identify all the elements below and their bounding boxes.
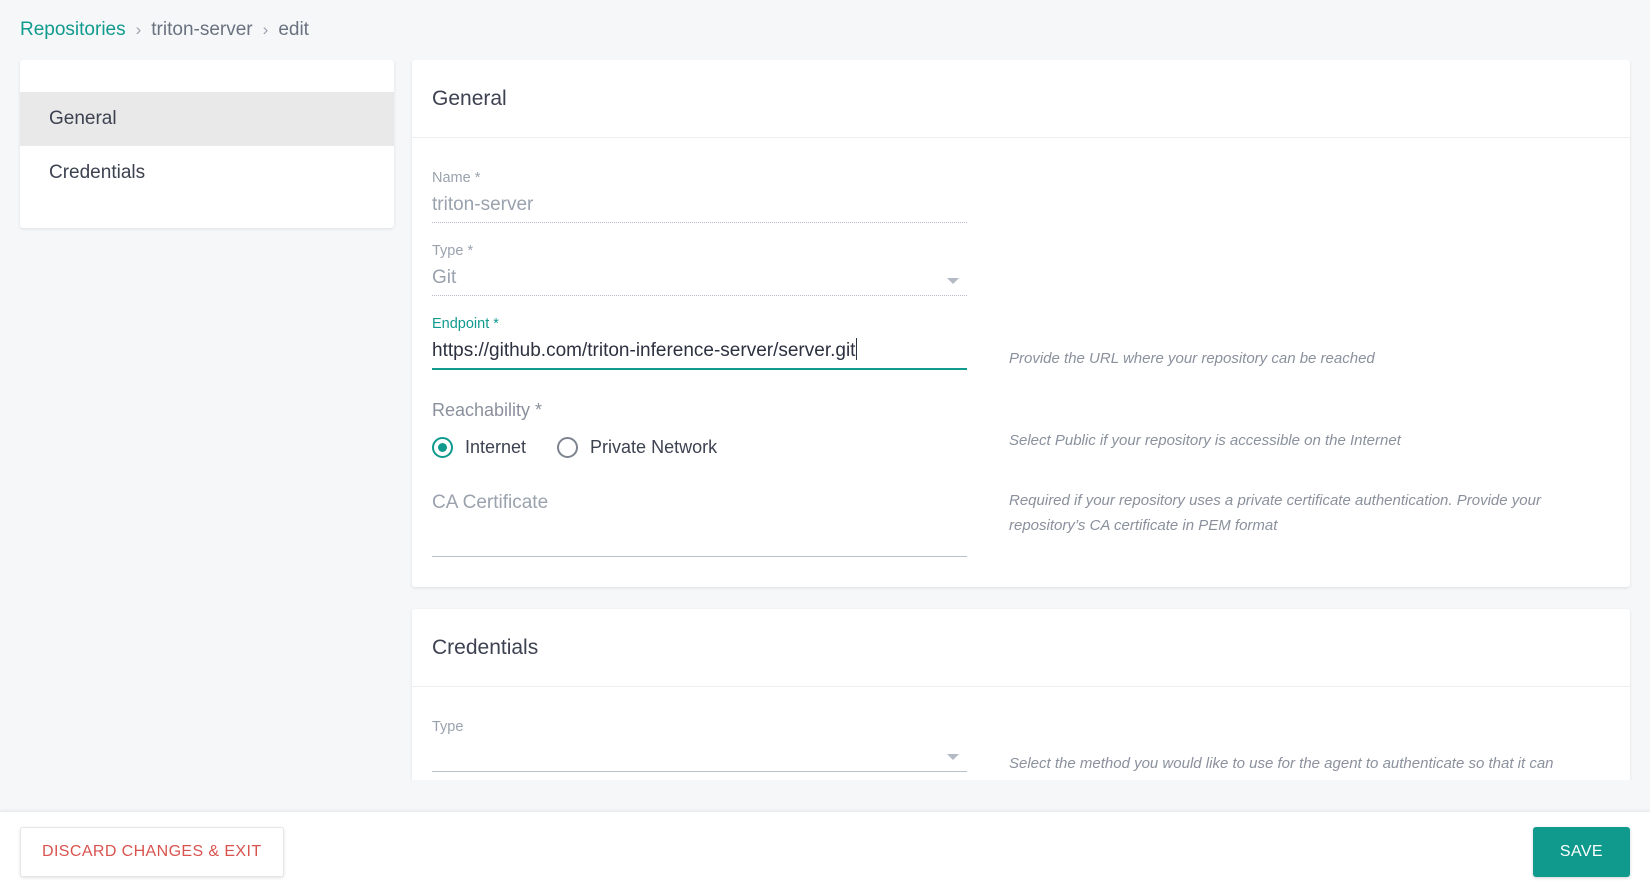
page-body: General Credentials General Name * trito… bbox=[0, 60, 1650, 780]
name-input: triton-server bbox=[432, 194, 534, 215]
general-card: General Name * triton-server Type * Git … bbox=[412, 60, 1630, 587]
endpoint-row: Endpoint * https://github.com/triton-inf… bbox=[432, 310, 1610, 384]
general-card-header: General bbox=[412, 60, 1630, 138]
radio-selected-icon bbox=[432, 437, 453, 458]
reachability-radio-internet[interactable]: Internet bbox=[432, 437, 526, 458]
chevron-down-icon bbox=[947, 278, 959, 284]
endpoint-field-underline bbox=[432, 368, 967, 370]
credentials-type-row: Type Select the method you would like to… bbox=[432, 713, 1610, 780]
endpoint-field-wrapper: Endpoint * https://github.com/triton-inf… bbox=[432, 310, 967, 370]
credentials-card: Credentials Type Select the method you w… bbox=[412, 609, 1630, 780]
reachability-row: Reachability * Internet Private Network bbox=[432, 384, 1610, 488]
name-row: Name * triton-server bbox=[432, 164, 1610, 237]
credentials-type-field-wrapper[interactable]: Type bbox=[432, 713, 967, 772]
endpoint-hint: Provide the URL where your repository ca… bbox=[1009, 350, 1375, 367]
sidebar-item-general-label: General bbox=[49, 108, 117, 129]
sidebar-item-general[interactable]: General bbox=[20, 92, 394, 146]
ca-certificate-field-wrapper[interactable]: CA Certificate bbox=[432, 488, 967, 552]
save-button[interactable]: SAVE bbox=[1532, 827, 1630, 877]
type-field-wrapper: Type * Git bbox=[432, 237, 967, 296]
endpoint-input-row[interactable]: https://github.com/triton-inference-serv… bbox=[432, 334, 967, 368]
credentials-type-select-value[interactable] bbox=[432, 737, 967, 771]
settings-content: General Name * triton-server Type * Git … bbox=[412, 60, 1630, 780]
ca-certificate-textarea[interactable]: CA Certificate bbox=[432, 488, 967, 518]
breadcrumb-separator-1: › bbox=[135, 20, 142, 39]
credentials-card-header: Credentials bbox=[412, 609, 1630, 687]
credentials-type-underline bbox=[432, 771, 967, 772]
general-card-body: Name * triton-server Type * Git Endpoint… bbox=[412, 138, 1630, 587]
action-footer: DISCARD CHANGES & EXIT SAVE bbox=[0, 812, 1650, 892]
name-field-underline bbox=[432, 222, 967, 223]
breadcrumb-item-action: edit bbox=[278, 19, 309, 40]
discard-changes-button[interactable]: DISCARD CHANGES & EXIT bbox=[20, 827, 284, 877]
breadcrumb-item-repository: triton-server bbox=[151, 19, 253, 40]
reachability-hint: Select Public if your repository is acce… bbox=[1009, 432, 1401, 449]
type-row: Type * Git bbox=[432, 237, 1610, 310]
credentials-card-body: Type Select the method you would like to… bbox=[412, 687, 1630, 780]
type-field-underline bbox=[432, 295, 967, 296]
endpoint-field-label: Endpoint * bbox=[432, 316, 499, 332]
reachability-label: Reachability * bbox=[432, 400, 543, 420]
type-select-value: Git bbox=[432, 267, 457, 288]
ca-certificate-underline bbox=[432, 556, 967, 557]
name-field-label: Name * bbox=[432, 170, 481, 186]
sidebar-item-credentials[interactable]: Credentials bbox=[20, 146, 394, 200]
reachability-radio-group: Internet Private Network bbox=[432, 437, 967, 458]
reachability-radio-private-network[interactable]: Private Network bbox=[557, 437, 717, 458]
ca-certificate-hint: Required if your repository uses a priva… bbox=[1009, 492, 1541, 534]
chevron-down-icon[interactable] bbox=[947, 754, 959, 760]
breadcrumb-separator-2: › bbox=[262, 20, 269, 39]
reachability-radio-internet-label: Internet bbox=[465, 437, 527, 457]
breadcrumb-link-repositories[interactable]: Repositories bbox=[20, 19, 126, 41]
type-field-label: Type * bbox=[432, 243, 474, 259]
ca-certificate-row: CA Certificate Required if your reposito… bbox=[432, 488, 1610, 557]
general-card-title: General bbox=[432, 86, 507, 110]
credentials-type-label: Type bbox=[432, 719, 464, 735]
reachability-radio-private-network-label: Private Network bbox=[590, 437, 718, 457]
breadcrumb: Repositories › triton-server › edit bbox=[0, 0, 1650, 60]
endpoint-input[interactable]: https://github.com/triton-inference-serv… bbox=[432, 340, 855, 361]
credentials-type-hint: Select the method you would like to use … bbox=[1009, 755, 1554, 772]
text-caret bbox=[856, 338, 858, 360]
name-field-wrapper: Name * triton-server bbox=[432, 164, 967, 223]
sidebar-item-credentials-label: Credentials bbox=[49, 162, 146, 183]
radio-unselected-icon bbox=[557, 437, 579, 458]
settings-nav-card: General Credentials bbox=[20, 60, 394, 228]
credentials-card-title: Credentials bbox=[432, 635, 539, 659]
